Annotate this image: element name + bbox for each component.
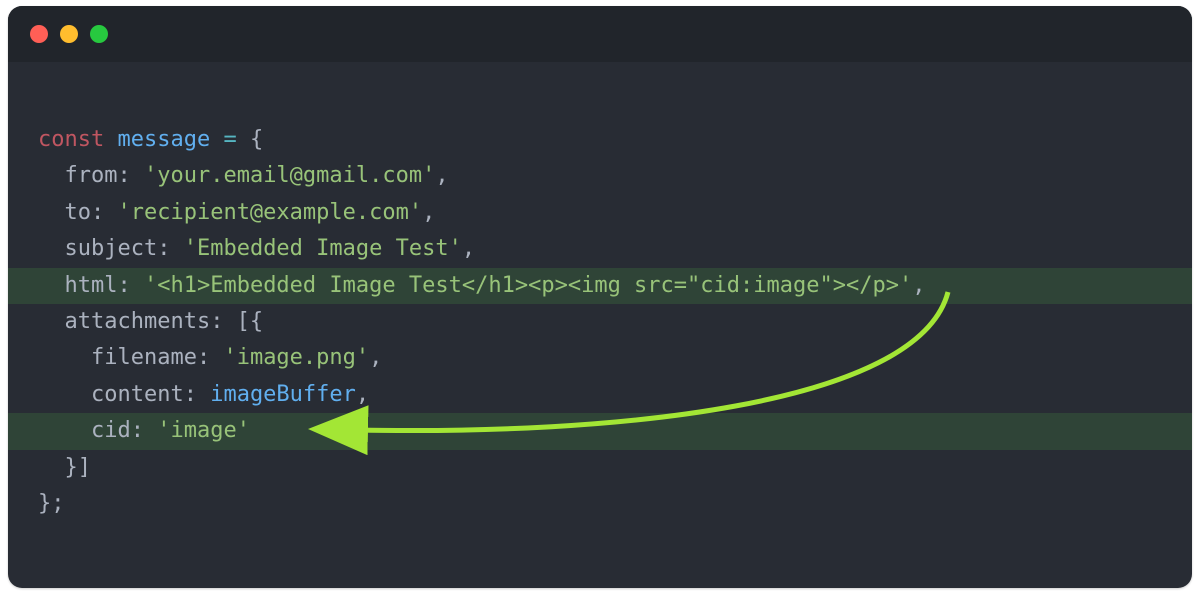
token-keyword: const	[38, 127, 104, 152]
code-line-10: }]	[8, 450, 1192, 486]
code-line-2: from: 'your.email@gmail.com',	[8, 158, 1192, 194]
maximize-icon[interactable]	[90, 25, 108, 43]
minimize-icon[interactable]	[60, 25, 78, 43]
token-brace: {	[250, 127, 263, 152]
code-line-5-highlighted: html: '<h1>Embedded Image Test</h1><p><i…	[8, 268, 1192, 304]
token-operator: =	[223, 127, 236, 152]
code-line-8: content: imageBuffer,	[8, 377, 1192, 413]
token-variable: message	[117, 127, 210, 152]
code-line-7: filename: 'image.png',	[8, 340, 1192, 376]
top-padding	[8, 62, 1192, 122]
code-window: const message = { from: 'your.email@gmai…	[8, 6, 1192, 588]
code-line-6: attachments: [{	[8, 304, 1192, 340]
code-line-11: };	[8, 486, 1192, 522]
code-line-9-highlighted: cid: 'image'	[8, 413, 1192, 449]
code-area: const message = { from: 'your.email@gmai…	[8, 62, 1192, 522]
code-line-1: const message = {	[8, 122, 1192, 158]
window-titlebar	[8, 6, 1192, 62]
close-icon[interactable]	[30, 25, 48, 43]
code-line-3: to: 'recipient@example.com',	[8, 195, 1192, 231]
code-line-4: subject: 'Embedded Image Test',	[8, 231, 1192, 267]
